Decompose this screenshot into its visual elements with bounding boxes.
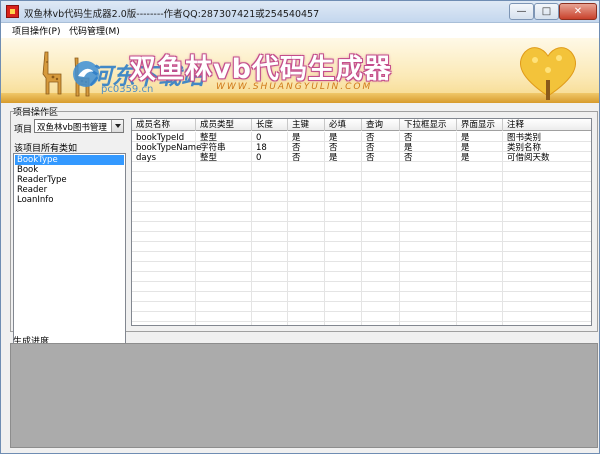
list-item[interactable]: ReaderType [15, 175, 124, 185]
table-cell[interactable]: 是 [461, 133, 470, 143]
banner-title: 双鱼林vb代码生成器 [129, 54, 392, 85]
list-item[interactable]: BookType [15, 155, 124, 165]
members-grid[interactable]: 成员名称 成员类型 长度 主键 必填 查询 下拉框显示 界面显示 注释 book… [131, 118, 592, 326]
column-header[interactable]: 查询 [362, 119, 400, 131]
menu-bar: 项目操作(P) 代码管理(M) [1, 23, 599, 38]
column-header[interactable]: 界面显示 [457, 119, 503, 131]
minimize-button[interactable]: — [509, 3, 534, 20]
menu-project-ops[interactable]: 项目操作(P) [12, 24, 60, 37]
table-cell[interactable]: 0 [256, 133, 261, 143]
project-select-value: 双鱼林vb图书管理 [37, 123, 107, 133]
table-cell[interactable]: 否 [292, 143, 301, 153]
maximize-button[interactable]: □ [534, 3, 559, 20]
menu-code-manage[interactable]: 代码管理(M) [69, 24, 120, 37]
list-item[interactable]: Book [15, 165, 124, 175]
table-cell[interactable]: 是 [461, 153, 470, 163]
chevron-down-icon[interactable] [111, 120, 123, 132]
app-window: 双鱼林vb代码生成器2.0版--------作者QQ:287307421或254… [0, 0, 600, 454]
list-item[interactable]: Reader [15, 185, 124, 195]
table-cell[interactable]: 是 [329, 133, 338, 143]
list-item[interactable]: LoanInfo [15, 195, 124, 205]
table-cell[interactable]: 字符串 [200, 143, 226, 153]
title-bar[interactable]: 双鱼林vb代码生成器2.0版--------作者QQ:287307421或254… [1, 1, 599, 23]
column-header[interactable]: 长度 [252, 119, 288, 131]
banner-url: WWW.SHUANGYULIN.COM [216, 82, 373, 92]
table-cell[interactable]: 类别名称 [507, 143, 541, 153]
table-cell[interactable]: 图书类别 [507, 133, 541, 143]
column-header[interactable]: 成员类型 [196, 119, 252, 131]
table-cell[interactable]: 可借阅天数 [507, 153, 550, 163]
table-cell[interactable]: 否 [404, 133, 413, 143]
project-select[interactable]: 双鱼林vb图书管理 [34, 119, 124, 133]
table-cell[interactable]: 否 [366, 143, 375, 153]
banner: 河东下载站 pc0359.cn 双鱼林vb代码生成器 WWW.SHUANGYUL… [1, 38, 599, 103]
table-cell[interactable]: 是 [329, 153, 338, 163]
table-cell[interactable]: 18 [256, 143, 267, 153]
table-cell[interactable]: 否 [366, 133, 375, 143]
window-title: 双鱼林vb代码生成器2.0版--------作者QQ:287307421或254… [24, 9, 320, 20]
grid-body: bookTypeId 整型 0 是 是 否 否 是 图书类别 bookTypeN… [132, 132, 591, 325]
column-header[interactable]: 必填 [325, 119, 362, 131]
table-cell[interactable]: 是 [292, 133, 301, 143]
close-button[interactable]: ✕ [559, 3, 597, 20]
column-header[interactable]: 注释 [503, 119, 591, 131]
column-header[interactable]: 成员名称 [132, 119, 196, 131]
column-header[interactable]: 主键 [288, 119, 325, 131]
app-icon [6, 5, 19, 18]
progress-output-area [10, 343, 598, 448]
table-cell[interactable]: 否 [404, 153, 413, 163]
table-cell[interactable]: 整型 [200, 153, 217, 163]
table-cell[interactable]: days [136, 153, 156, 163]
grid-header: 成员名称 成员类型 长度 主键 必填 查询 下拉框显示 界面显示 注释 [132, 119, 591, 131]
table-cell[interactable]: 0 [256, 153, 261, 163]
table-cell[interactable]: 是 [404, 143, 413, 153]
project-label: 项目 [14, 125, 33, 135]
table-cell[interactable]: bookTypeId [136, 133, 184, 143]
table-cell[interactable]: 否 [366, 153, 375, 163]
table-cell[interactable]: 否 [292, 153, 301, 163]
table-cell[interactable]: bookTypeName [136, 143, 201, 153]
table-cell[interactable]: 整型 [200, 133, 217, 143]
table-cell[interactable]: 是 [461, 143, 470, 153]
column-header[interactable]: 下拉框显示 [400, 119, 457, 131]
heart-tree-illustration [520, 47, 576, 100]
table-cell[interactable]: 否 [329, 143, 338, 153]
